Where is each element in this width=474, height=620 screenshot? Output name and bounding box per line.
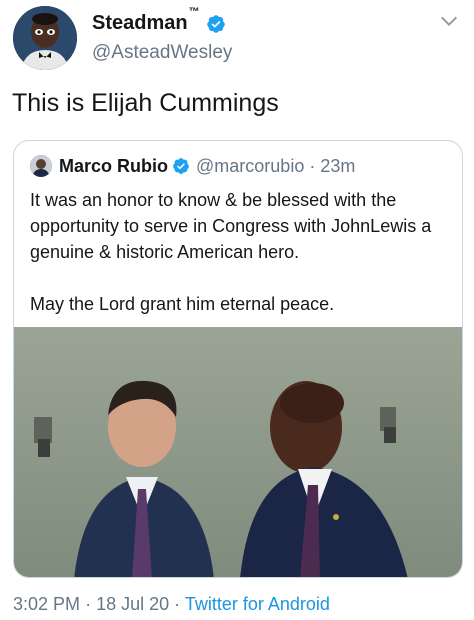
quoted-paragraph: May the Lord grant him eternal peace. — [30, 294, 335, 314]
author-name: Steadman — [92, 12, 188, 34]
quoted-tweet-photo[interactable] — [14, 327, 462, 577]
author-handle[interactable]: @AsteadWesley — [92, 42, 232, 64]
separator-dot: · — [309, 155, 316, 176]
tweet-date[interactable]: 18 Jul 20 — [96, 594, 169, 614]
tweet-text: This is Elijah Cummings — [12, 89, 279, 117]
quoted-author-name: Marco Rubio — [59, 155, 169, 176]
quoted-tweet-header: Marco Rubio @marcorubio · 23m — [30, 155, 355, 177]
separator-dot: · — [85, 594, 92, 614]
quoted-paragraph: It was an honor to know & be blessed wit… — [30, 190, 432, 262]
tweet-metadata: 3:02 PM · 18 Jul 20 · Twitter for Androi… — [13, 594, 330, 615]
quoted-author-handle: @marcorubio — [196, 155, 305, 176]
chevron-down-icon[interactable] — [438, 10, 460, 32]
tweet-time[interactable]: 3:02 PM — [13, 594, 80, 614]
trademark-symbol: ™ — [188, 6, 200, 19]
separator-dot: · — [174, 594, 181, 614]
verified-badge-icon — [206, 14, 225, 33]
author-display-name[interactable]: Steadman™ — [92, 6, 226, 35]
quoted-tweet-card[interactable]: Marco Rubio @marcorubio · 23m It was an … — [13, 140, 463, 578]
quoted-tweet-text: It was an honor to know & be blessed wit… — [30, 187, 454, 317]
verified-badge-icon — [173, 158, 189, 174]
tweet-source[interactable]: Twitter for Android — [185, 594, 330, 614]
quoted-tweet-time: 23m — [320, 155, 356, 176]
author-avatar[interactable] — [13, 6, 77, 70]
quoted-author-avatar — [30, 155, 52, 177]
